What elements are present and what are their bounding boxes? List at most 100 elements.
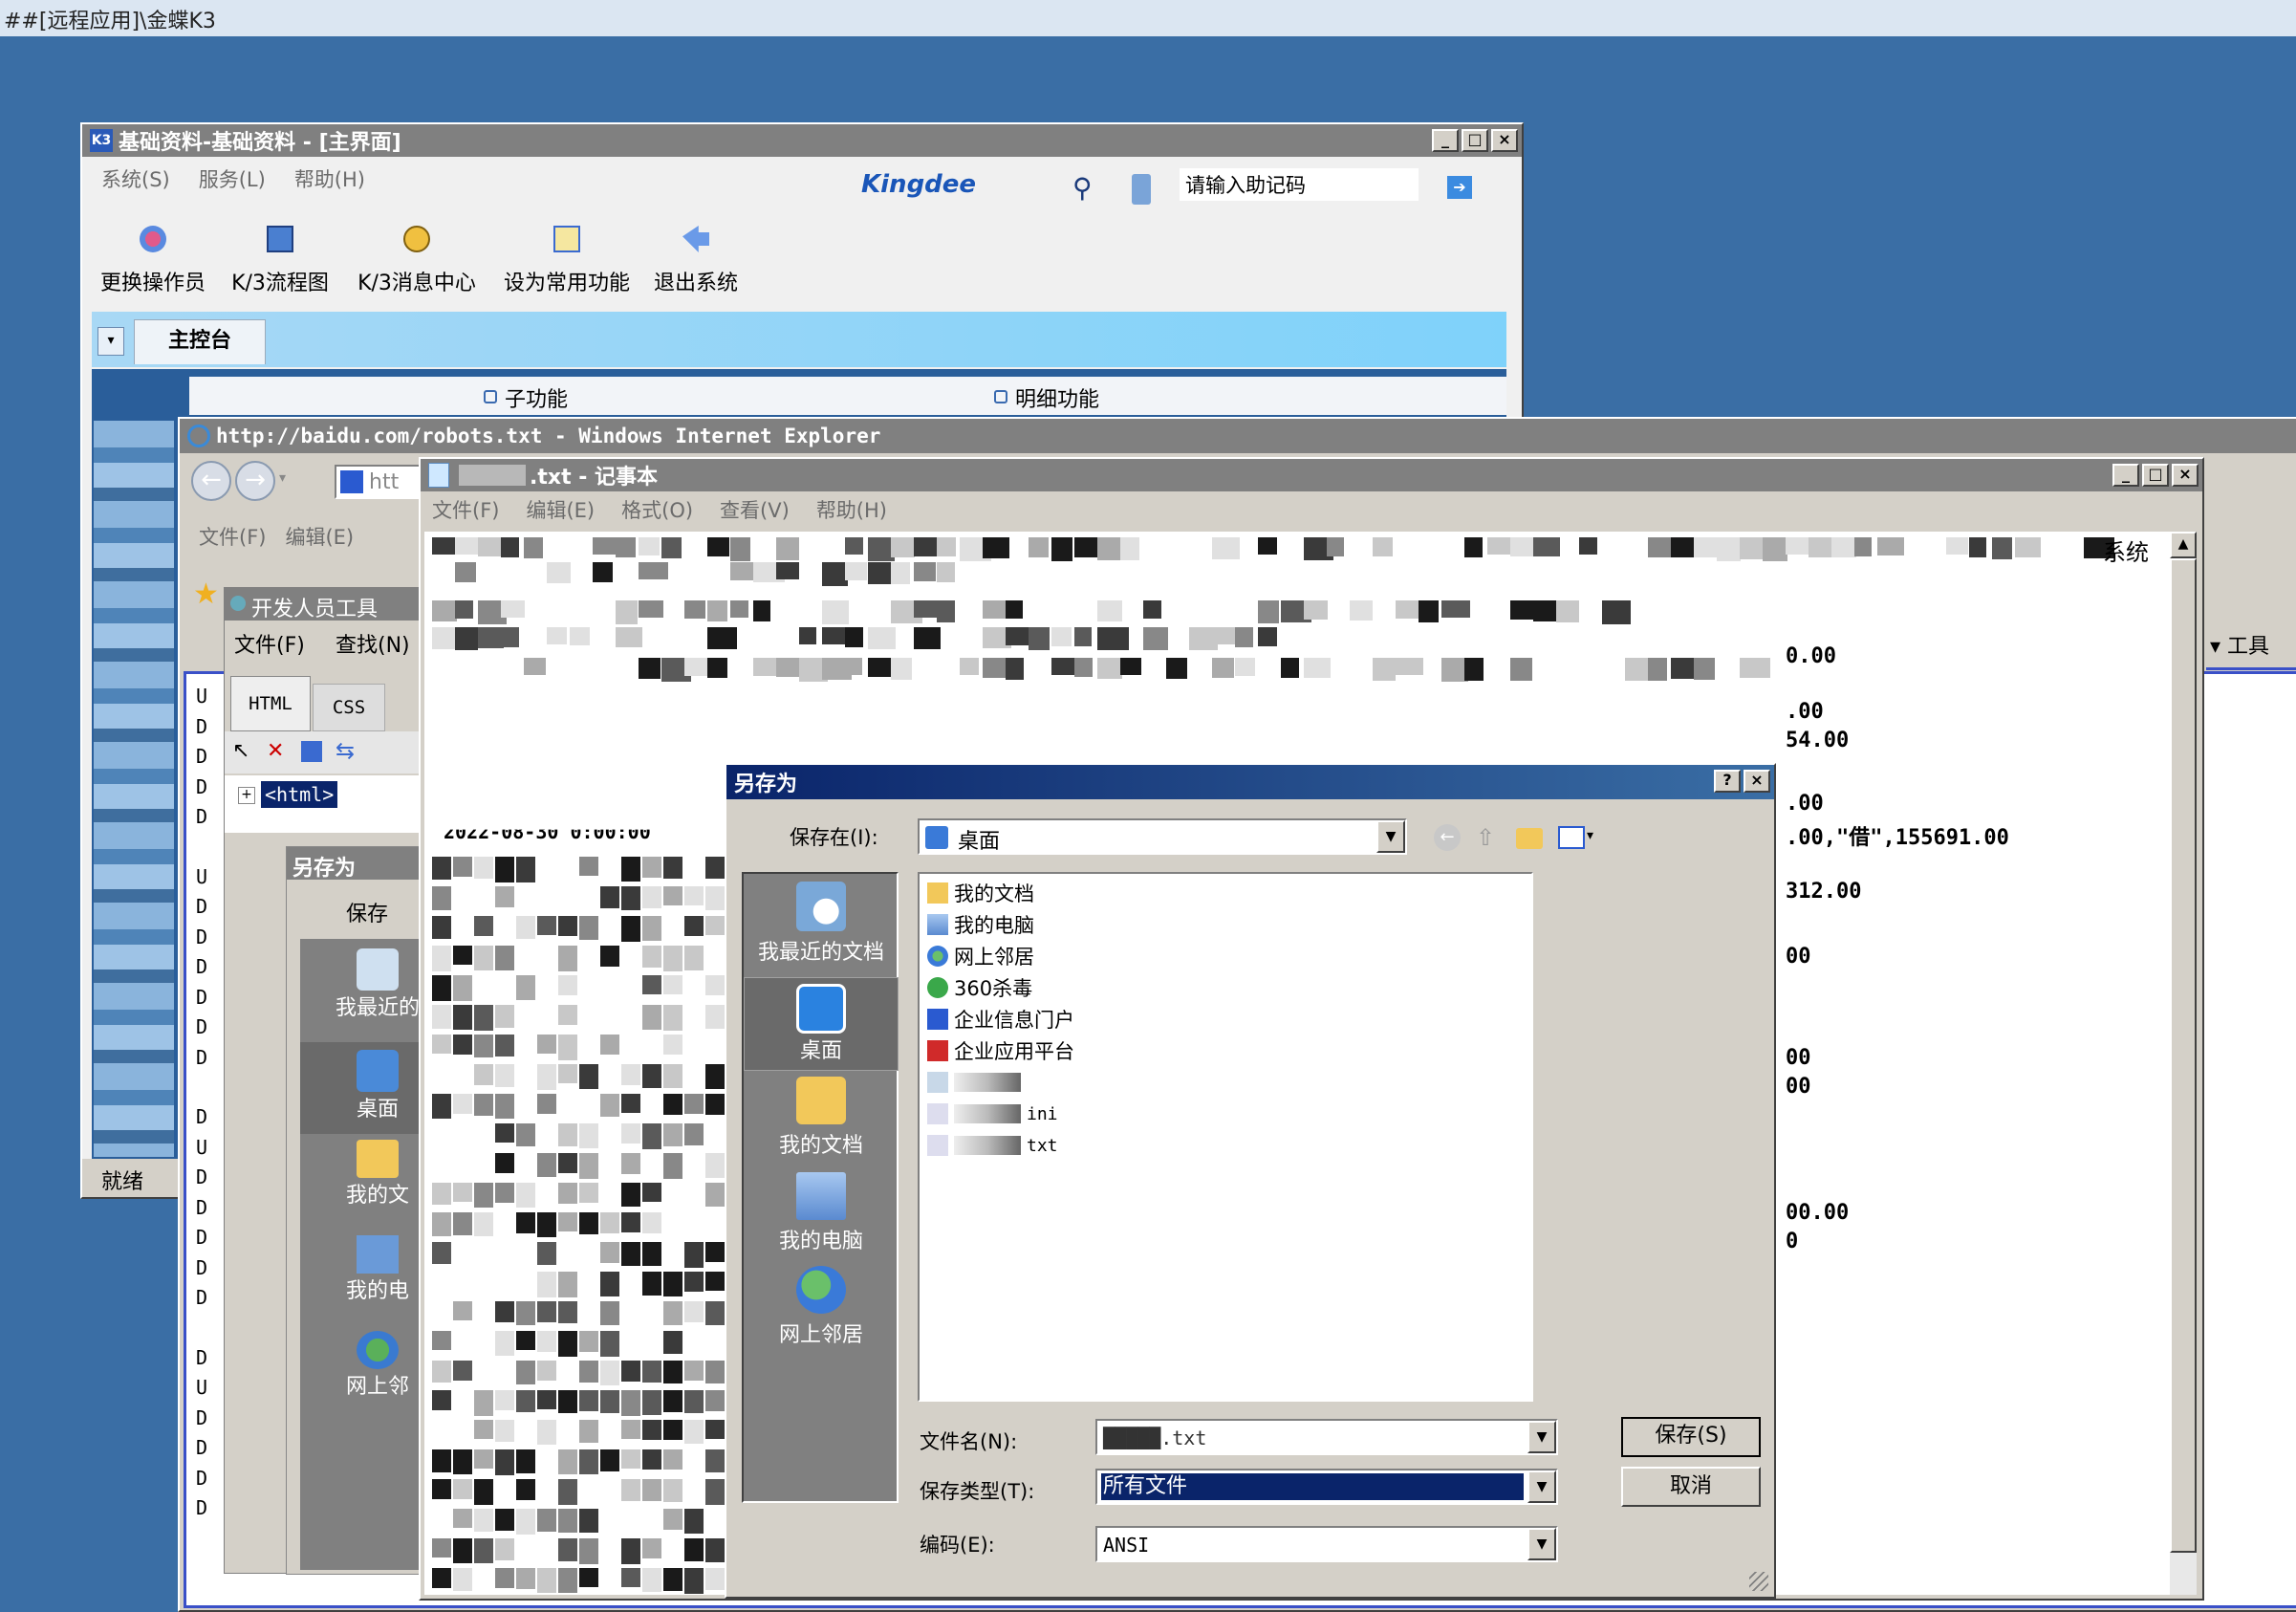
place-network[interactable]: 网上邻居 — [744, 1266, 899, 1348]
scroll-thumb[interactable] — [2170, 558, 2197, 1553]
encoding-dropdown-icon[interactable]: ▼ — [1527, 1528, 1556, 1560]
file-list-item[interactable]: 我的电脑 — [927, 909, 1034, 940]
devtools-tab-css[interactable]: CSS — [313, 684, 385, 731]
filename-value: █████.txt — [1103, 1427, 1207, 1449]
redacted-pixel — [1671, 658, 1694, 679]
savetype-dropdown-icon[interactable]: ▼ — [1527, 1470, 1556, 1503]
notepad-menu-help[interactable]: 帮助(H) — [816, 495, 887, 524]
notepad-scrollbar[interactable]: ▲ — [2170, 532, 2197, 1595]
resize-grip-icon[interactable] — [1749, 1572, 1768, 1591]
k3-menu-help[interactable]: 帮助(H) — [294, 164, 365, 193]
select-arrow-icon[interactable]: ↖ — [232, 739, 249, 763]
ie-history-dropdown-icon[interactable]: ▾ — [279, 470, 286, 486]
scroll-up-icon[interactable]: ▲ — [2170, 532, 2197, 558]
filename-input[interactable]: █████.txt ▼ — [1095, 1419, 1558, 1455]
k3-titlebar[interactable]: K3 基础资料-基础资料 - [主界面] _ □ × — [82, 124, 1522, 157]
redacted-pixel — [1097, 627, 1129, 650]
place-my-computer[interactable]: 我的电脑 — [744, 1172, 899, 1254]
notepad-menu-view[interactable]: 查看(V) — [720, 495, 790, 524]
save-in-select[interactable]: 桌面 ▼ — [918, 818, 1407, 855]
redacted-pixel — [684, 600, 705, 619]
expand-plus-icon[interactable]: + — [238, 787, 255, 804]
notepad-menu-format[interactable]: 格式(O) — [621, 495, 693, 524]
phone-icon[interactable] — [1132, 174, 1151, 205]
redacted-pixel — [547, 562, 571, 583]
toolbar-exit[interactable]: 退出系统 — [648, 226, 744, 296]
place-recent-documents[interactable]: 我最近的文档 — [744, 882, 899, 966]
minimize-button[interactable]: _ — [1432, 129, 1459, 152]
devtools-title: 开发人员工具 — [251, 598, 379, 621]
file-list-item[interactable]: 我的文档 — [927, 878, 1034, 908]
toolbar-set-common[interactable]: 设为常用功能 — [495, 226, 639, 296]
ie-menu-file[interactable]: 文件(F) — [199, 522, 266, 551]
ie-back-icon[interactable]: ← — [191, 461, 231, 501]
filename-dropdown-icon[interactable]: ▼ — [1527, 1421, 1556, 1453]
notepad-menu-file[interactable]: 文件(F) — [432, 495, 499, 524]
devtools-tab-html[interactable]: HTML — [230, 676, 311, 731]
saveas-titlebar[interactable]: 另存为 ? × — [726, 765, 1774, 799]
encoding-select[interactable]: ANSI ▼ — [1095, 1526, 1558, 1562]
ie-menu-edit[interactable]: 编辑(E) — [285, 522, 354, 551]
search-go-icon[interactable]: ➔ — [1447, 176, 1472, 199]
place-label: 我最近的文档 — [757, 941, 884, 965]
file-list-item[interactable] — [927, 1067, 1027, 1098]
view-dropdown-icon[interactable]: ▾ — [1587, 828, 1593, 843]
dialog-close-button[interactable]: × — [1744, 770, 1770, 793]
refresh-icon[interactable]: ⇆ — [336, 737, 355, 764]
save-icon[interactable] — [301, 741, 322, 762]
devtools-menu-find[interactable]: 查找(N) — [336, 628, 410, 659]
redacted-pixel — [558, 1064, 577, 1083]
file-list-item[interactable]: 企业信息门户 — [927, 1004, 1074, 1035]
redacted-pixel — [621, 1123, 640, 1144]
place-label: 桌面 — [799, 1039, 842, 1063]
file-list-item[interactable]: ini — [927, 1099, 1058, 1129]
toolbar-change-operator[interactable]: 更换操作员 — [96, 226, 210, 296]
place-desktop[interactable]: 桌面 — [744, 977, 899, 1071]
toolbar-message-center[interactable]: K/3消息中心 — [350, 226, 484, 296]
ie-forward-icon[interactable]: → — [235, 461, 275, 501]
file-list-item[interactable]: txt — [927, 1130, 1058, 1161]
tab-main-console[interactable]: 主控台 — [134, 319, 266, 364]
redacted-pixel — [516, 857, 535, 882]
up-folder-icon[interactable]: ⇧ — [1476, 824, 1495, 851]
save-in-dropdown-icon[interactable]: ▼ — [1376, 820, 1405, 853]
file-list-item[interactable]: 企业应用平台 — [927, 1035, 1074, 1066]
file-list-item[interactable]: 网上邻居 — [927, 941, 1034, 971]
redacted-pixel — [432, 1568, 451, 1588]
notepad-minimize-button[interactable]: _ — [2112, 464, 2139, 487]
close-button[interactable]: × — [1491, 129, 1518, 152]
save-button[interactable]: 保存(S) — [1621, 1417, 1761, 1457]
redacted-pixel — [639, 562, 668, 579]
maximize-button[interactable]: □ — [1462, 129, 1488, 152]
ie-titlebar[interactable]: http://baidu.com/robots.txt - Windows In… — [180, 419, 2296, 453]
person-icon[interactable]: ⚲ — [1072, 172, 1105, 205]
cancel-button[interactable]: 取消 — [1621, 1467, 1761, 1507]
k3-menu-service[interactable]: 服务(L) — [199, 164, 266, 193]
notepad-titlebar[interactable]: .txt - 记事本 _ □ × — [421, 459, 2202, 491]
file-list-item[interactable]: 360杀毒 — [927, 972, 1032, 1003]
ie-letter: D — [196, 1226, 208, 1249]
redacted-pixel — [1166, 658, 1187, 679]
clear-icon[interactable]: ✕ — [267, 739, 284, 763]
redacted-pixel — [474, 1538, 493, 1563]
view-menu-icon[interactable] — [1558, 826, 1585, 849]
ie-title: http://baidu.com/robots.txt - Windows In… — [216, 425, 881, 447]
notepad-menu-edit[interactable]: 编辑(E) — [526, 495, 595, 524]
back-icon[interactable]: ← — [1434, 824, 1461, 851]
notepad-maximize-button[interactable]: □ — [2142, 464, 2169, 487]
favorites-star-icon[interactable]: ★ — [193, 577, 219, 611]
notepad-close-button[interactable]: × — [2172, 464, 2199, 487]
mnemonic-search-input[interactable]: 请输入助记码 — [1180, 168, 1419, 201]
savetype-select[interactable]: 所有文件 ▼ — [1095, 1469, 1558, 1505]
tree-node-html[interactable]: <html> — [261, 781, 338, 808]
new-folder-icon[interactable] — [1516, 828, 1543, 849]
place-my-documents[interactable]: 我的文档 — [744, 1077, 899, 1159]
file-list[interactable]: 我的文档 我的电脑 网上邻居 360杀毒 企业信息门户 企业应用平台 ini txt — [918, 872, 1533, 1402]
ie-tools-label[interactable]: ▾ 工具 — [2210, 629, 2269, 660]
tab-dropdown-icon[interactable]: ▾ — [97, 327, 124, 356]
devtools-menu-file[interactable]: 文件(F) — [234, 628, 305, 659]
redacted-pixel — [474, 1183, 493, 1208]
toolbar-flowchart[interactable]: K/3流程图 — [227, 226, 333, 296]
help-button[interactable]: ? — [1714, 770, 1741, 793]
k3-menu-system[interactable]: 系统(S) — [101, 164, 170, 193]
